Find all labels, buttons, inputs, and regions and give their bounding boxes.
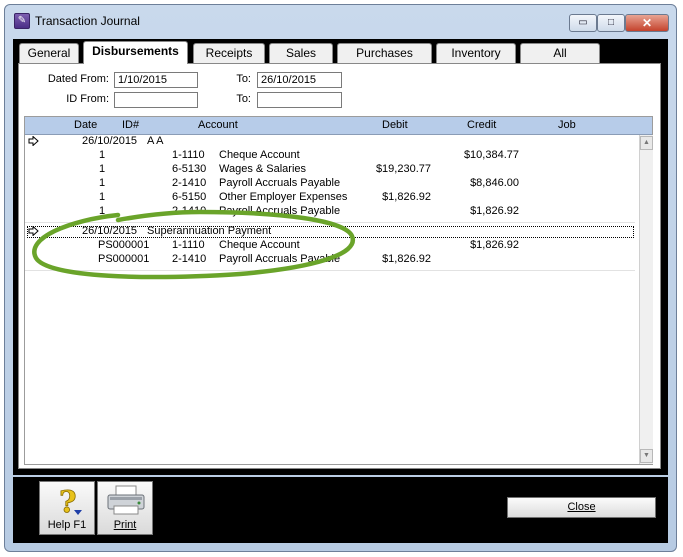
svg-text:?: ? — [59, 485, 77, 518]
tab-disbursements[interactable]: Disbursements — [83, 41, 188, 64]
close-window-button[interactable]: ✕ — [625, 14, 669, 32]
vertical-scrollbar[interactable]: ▲ ▼ — [639, 135, 653, 464]
line-account-number: 1-1110 — [172, 149, 205, 161]
disbursements-panel: Dated From: 1/10/2015 To: 26/10/2015 ID … — [18, 63, 661, 469]
id-from-input[interactable] — [114, 92, 198, 108]
journal-line-row[interactable]: 1 2-1410 Payroll Accruals Payable $8,846.00 — [25, 177, 635, 191]
line-account-number: 2-1410 — [172, 205, 207, 217]
bottom-toolbar: ? Help F1 Print Close — [13, 477, 668, 543]
line-credit: $1,826.92 — [470, 239, 519, 251]
client-area: General Disbursements Receipts Sales Pur… — [13, 39, 668, 475]
tab-purchases[interactable]: Purchases — [337, 43, 432, 63]
maximize-button[interactable]: □ — [597, 14, 625, 32]
close-button[interactable]: Close — [507, 497, 656, 518]
id-to-label: To: — [236, 93, 251, 105]
line-account-number: 2-1410 — [172, 177, 207, 189]
line-id: 1 — [99, 177, 106, 189]
line-id: 1 — [99, 205, 106, 217]
grid-body: 26/10/2015 A A 1 1-1110 Cheque Account $10,38… — [25, 135, 635, 464]
line-account-number: 2-1410 — [172, 253, 207, 265]
line-account-number: 6-5130 — [172, 163, 207, 175]
line-id: PS000001 — [98, 239, 150, 251]
col-date[interactable]: Date — [74, 119, 97, 131]
grid-header: Date ID# Account Debit Credit Job — [25, 117, 652, 135]
tab-sales[interactable]: Sales — [269, 43, 333, 63]
line-account-name: Cheque Account — [219, 239, 300, 251]
line-id: 1 — [99, 191, 106, 203]
printer-icon — [107, 485, 145, 515]
line-credit: $8,846.00 — [470, 177, 519, 189]
print-button[interactable]: Print — [97, 481, 153, 535]
line-id: 1 — [99, 149, 106, 161]
col-job[interactable]: Job — [558, 119, 576, 131]
scroll-down-button[interactable]: ▼ — [640, 449, 653, 463]
col-debit[interactable]: Debit — [382, 119, 408, 131]
tx-memo: Superannuation Payment — [147, 225, 272, 237]
journal-line-row[interactable]: 1 1-1110 Cheque Account $10,384.77 — [25, 149, 635, 163]
tab-general[interactable]: General — [19, 43, 79, 63]
title-bar[interactable]: ✎ Transaction Journal ▭ □ ✕ — [5, 5, 676, 35]
id-from-label: ID From: — [66, 93, 109, 105]
tx-date: 26/10/2015 — [82, 225, 138, 237]
transaction-separator — [25, 270, 635, 271]
dated-from-input[interactable]: 1/10/2015 — [114, 72, 198, 88]
journal-line-row[interactable]: PS000001 1-1110 Cheque Account $1,826.92 — [25, 239, 635, 253]
tab-receipts[interactable]: Receipts — [193, 43, 265, 63]
journal-grid: Date ID# Account Debit Credit Job 26/10/… — [24, 116, 653, 465]
line-account-name: Other Employer Expenses — [219, 191, 348, 203]
help-question-icon: ? — [59, 485, 82, 518]
line-id: PS000001 — [98, 253, 150, 265]
line-credit: $10,384.77 — [463, 149, 519, 161]
line-debit: $1,826.92 — [382, 253, 431, 265]
tx-memo: A A — [147, 135, 164, 147]
line-debit: $19,230.77 — [375, 163, 431, 175]
col-account[interactable]: Account — [198, 119, 238, 131]
journal-line-row[interactable]: PS000001 2-1410 Payroll Accruals Payable $1… — [25, 253, 635, 267]
line-account-number: 6-5150 — [172, 191, 207, 203]
line-account-name: Payroll Accruals Payable — [219, 177, 341, 189]
dated-from-label: Dated From: — [47, 73, 109, 85]
transaction-header-row[interactable]: 26/10/2015 Superannuation Payment — [25, 225, 635, 239]
dated-to-label: To: — [236, 73, 251, 85]
app-icon: ✎ — [14, 13, 30, 29]
window-title: Transaction Journal — [35, 14, 140, 28]
line-credit: $1,826.92 — [470, 205, 519, 217]
tab-all[interactable]: All — [520, 43, 600, 63]
help-button[interactable]: ? Help F1 — [39, 481, 95, 535]
journal-line-row[interactable]: 1 2-1410 Payroll Accruals Payable $1,826.92 — [25, 205, 635, 219]
arrow-right-icon — [28, 226, 39, 236]
help-label: Help F1 — [47, 519, 87, 531]
line-debit: $1,826.92 — [382, 191, 431, 203]
tx-date: 26/10/2015 — [82, 135, 138, 147]
dated-to-input[interactable]: 26/10/2015 — [257, 72, 342, 88]
col-credit[interactable]: Credit — [467, 119, 496, 131]
line-account-number: 1-1110 — [172, 239, 205, 251]
journal-line-row[interactable]: 1 6-5150 Other Employer Expenses $1,826.92 — [25, 191, 635, 205]
journal-line-row[interactable]: 1 6-5130 Wages & Salaries $19,230.77 — [25, 163, 635, 177]
tab-inventory[interactable]: Inventory — [436, 43, 516, 63]
id-to-input[interactable] — [257, 92, 342, 108]
line-account-name: Payroll Accruals Payable — [219, 205, 341, 217]
line-account-name: Cheque Account — [219, 149, 300, 161]
minimize-button[interactable]: ▭ — [569, 14, 597, 32]
scroll-up-button[interactable]: ▲ — [640, 136, 653, 150]
transaction-header-row[interactable]: 26/10/2015 A A — [25, 135, 635, 149]
col-id[interactable]: ID# — [122, 119, 139, 131]
line-account-name: Wages & Salaries — [219, 163, 307, 175]
print-label: Print — [113, 519, 137, 531]
transaction-journal-window: ✎ Transaction Journal ▭ □ ✕ General Disb… — [4, 4, 677, 552]
arrow-right-icon — [28, 136, 39, 146]
transaction-separator — [25, 222, 635, 223]
line-id: 1 — [99, 163, 106, 175]
line-account-name: Payroll Accruals Payable — [219, 253, 341, 265]
